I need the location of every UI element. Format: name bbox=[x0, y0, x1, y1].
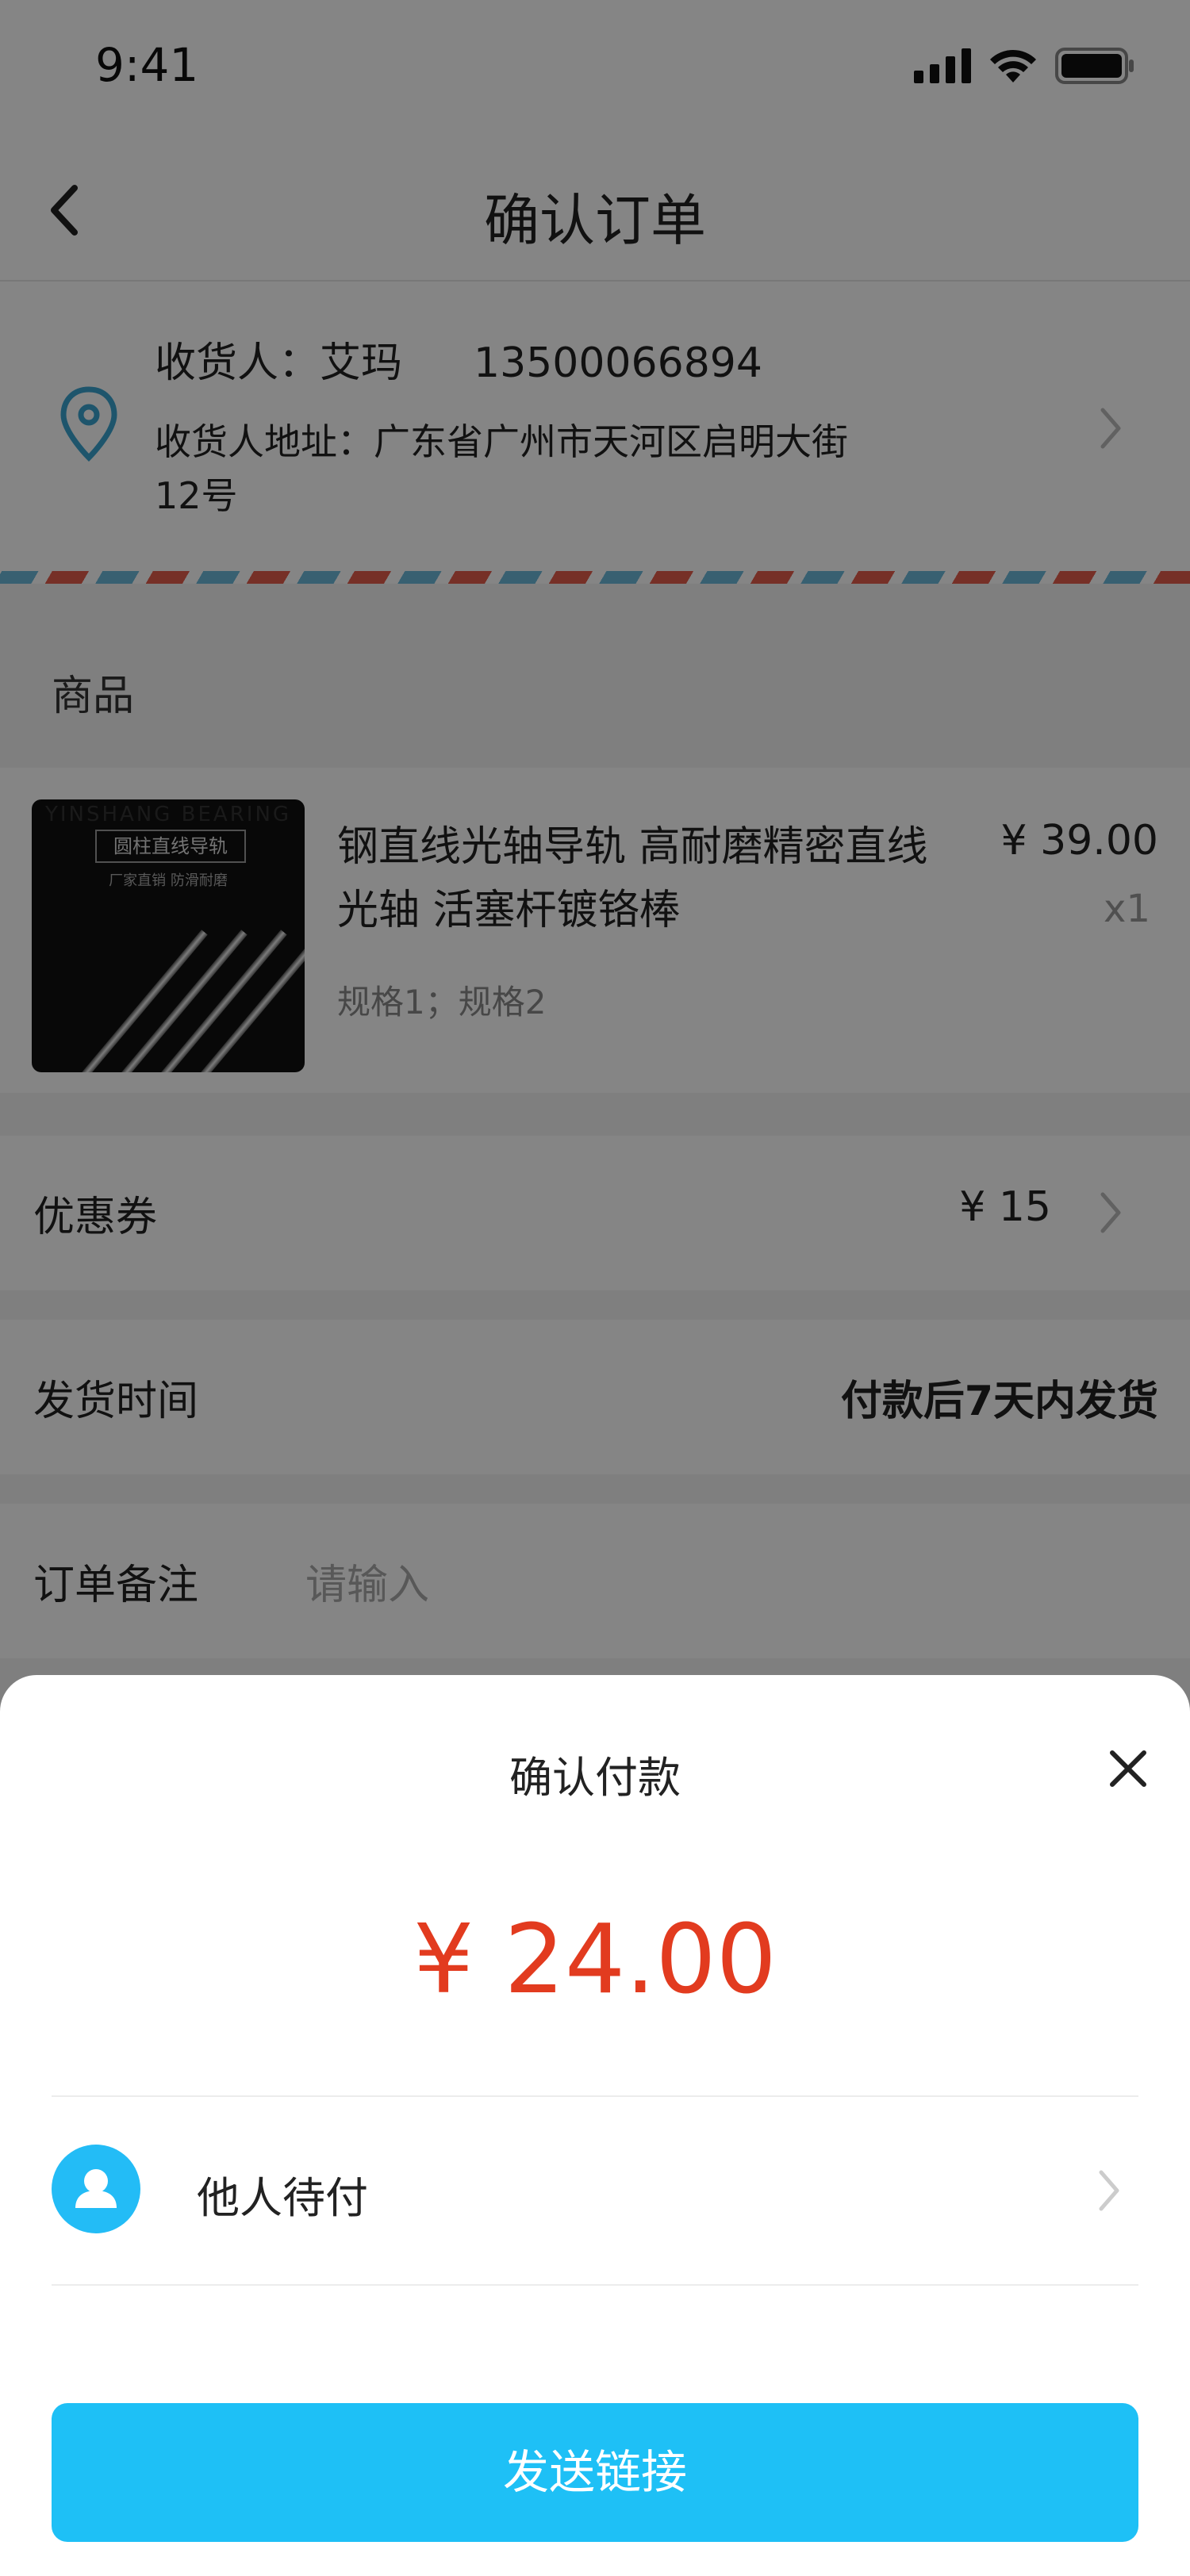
user-avatar-icon bbox=[52, 2145, 140, 2233]
payer-option-label: 他人待付 bbox=[197, 2173, 368, 2223]
payment-amount: ¥ 24.00 bbox=[413, 1905, 777, 2015]
send-link-button[interactable]: 发送链接 bbox=[52, 2403, 1138, 2542]
user-silhouette-icon bbox=[75, 2169, 117, 2208]
close-icon[interactable] bbox=[1104, 1745, 1152, 1792]
chevron-right-icon bbox=[1099, 2170, 1119, 2211]
divider bbox=[52, 2284, 1138, 2286]
sheet-title: 确认付款 bbox=[509, 1753, 681, 1803]
payment-sheet: 确认付款 ¥ 24.00 他人待付 发送链接 bbox=[0, 1675, 1190, 2576]
payer-option-row[interactable]: 他人待付 bbox=[0, 2095, 1190, 2282]
